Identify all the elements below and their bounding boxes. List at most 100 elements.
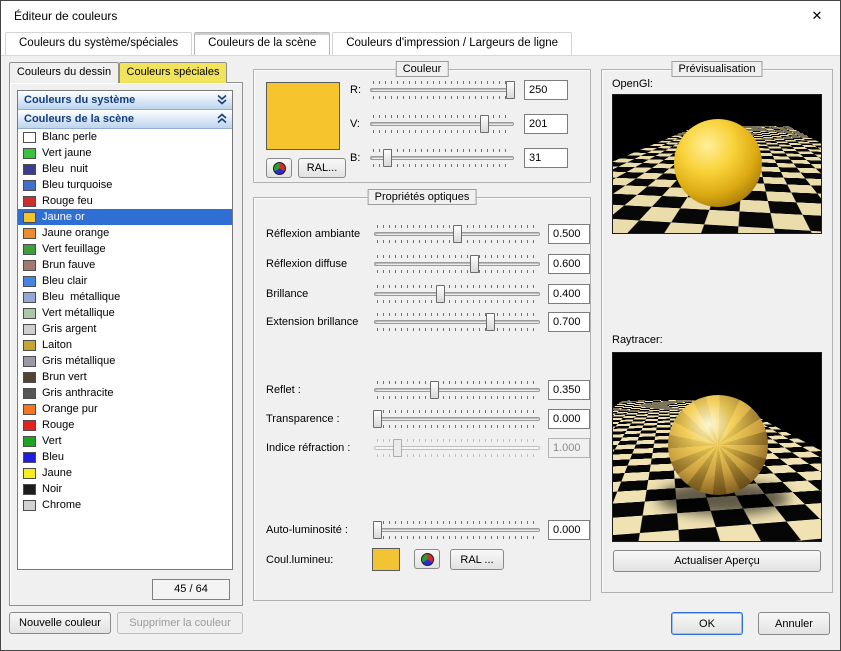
luminous-color-wheel-button[interactable] [414,549,440,569]
transparency-row: Transparence : [254,409,590,431]
shininess-value[interactable] [548,284,590,304]
color-list-item[interactable]: Brun fauve [18,257,232,273]
tab-scene-colors[interactable]: Couleurs de la scène [194,32,330,55]
color-list-item[interactable]: Bleu métallique [18,289,232,305]
shininess-extension-slider[interactable] [374,312,540,332]
raytracer-label: Raytracer: [612,334,663,346]
green-slider[interactable] [370,114,514,134]
reflection-value[interactable] [548,380,590,400]
color-list-item[interactable]: Bleu nuit [18,161,232,177]
color-list-item[interactable]: Jaune or [18,209,232,225]
diffuse-reflection-slider[interactable] [374,254,540,274]
window-title: Éditeur de couleurs [14,9,117,23]
color-name: Chrome [42,499,81,511]
group-header-system-colors[interactable]: Couleurs du système [18,91,232,110]
color-list-item[interactable]: Gris anthracite [18,385,232,401]
color-swatch [23,388,36,399]
transparency-slider[interactable] [374,409,540,429]
color-swatch [23,404,36,415]
blue-channel-row: B: [254,148,590,170]
opengl-label: OpenGl: [612,78,653,90]
tab-drawing-colors[interactable]: Couleurs du dessin [9,62,119,83]
delete-color-button[interactable]: Supprimer la couleur [117,612,243,634]
color-name: Bleu nuit [42,163,88,175]
color-name: Bleu métallique [42,291,120,303]
blue-slider-thumb[interactable] [383,149,392,167]
group-header-label: Couleurs du système [24,94,135,106]
shininess-extension-value[interactable] [548,312,590,332]
tab-system-special-colors[interactable]: Couleurs du système/spéciales [5,32,192,55]
blue-label: B: [350,152,360,164]
green-channel-row: V: [254,114,590,136]
color-list-item[interactable]: Rouge feu [18,193,232,209]
auto-luminosity-value[interactable] [548,520,590,540]
color-list-item[interactable]: Vert feuillage [18,241,232,257]
cancel-button[interactable]: Annuler [758,612,830,635]
ambient-reflection-slider[interactable] [374,224,540,244]
color-swatch [23,452,36,463]
color-list-item[interactable]: Jaune [18,465,232,481]
color-swatch [23,292,36,303]
reflection-slider[interactable] [374,380,540,400]
color-list-items: Blanc perleVert jaune Bleu nuit Bleu turqu… [18,129,232,513]
color-list-item[interactable]: Bleu [18,449,232,465]
ok-button[interactable]: OK [671,612,743,635]
preview-group-title: Prévisualisation [671,61,762,77]
color-name: Vert [42,435,62,447]
color-swatch [23,372,36,383]
auto-luminosity-row: Auto-luminosité : [254,520,590,542]
shininess-slider[interactable] [374,284,540,304]
color-groupbox: Couleur RAL... R: V: B: [253,69,591,183]
color-list-item[interactable]: Rouge [18,417,232,433]
tab-special-colors[interactable]: Couleurs spéciales [119,62,227,83]
auto-luminosity-slider[interactable] [374,520,540,540]
color-swatch [23,356,36,367]
color-list-item[interactable]: Bleu clair [18,273,232,289]
color-list-item[interactable]: Vert jaune [18,145,232,161]
color-list-item[interactable]: Gris argent [18,321,232,337]
color-name: Jaune or [42,211,85,223]
color-list-item[interactable]: Orange pur [18,401,232,417]
red-slider-thumb[interactable] [506,81,515,99]
tab-print-colors-line-widths[interactable]: Couleurs d'impression / Largeurs de lign… [332,32,572,55]
blue-value-field[interactable] [524,148,568,168]
color-swatch [23,260,36,271]
green-value-field[interactable] [524,114,568,134]
luminous-ral-button[interactable]: RAL ... [450,549,504,570]
color-swatch [23,420,36,431]
diffuse-reflection-value[interactable] [548,254,590,274]
ambient-reflection-value[interactable] [548,224,590,244]
color-swatch [23,340,36,351]
color-list-item[interactable]: Brun vert [18,369,232,385]
close-icon[interactable]: ✕ [794,1,840,31]
chevron-down-icon[interactable] [216,94,228,106]
color-list-item[interactable]: Blanc perle [18,129,232,145]
green-slider-thumb[interactable] [480,115,489,133]
color-list-item[interactable]: Jaune orange [18,225,232,241]
luminous-color-swatch [372,548,400,571]
chevron-up-icon[interactable] [216,113,228,125]
optical-properties-groupbox: Propriétés optiques Réflexion ambiante R… [253,197,591,601]
refresh-preview-button[interactable]: Actualiser Aperçu [613,550,821,572]
transparency-value[interactable] [548,409,590,429]
color-list-item[interactable]: Vert [18,433,232,449]
color-list: Couleurs du système Couleurs de la scène… [17,90,233,570]
color-list-item[interactable]: Gris métallique [18,353,232,369]
color-name: Jaune [42,467,72,479]
color-list-item[interactable]: Bleu turquoise [18,177,232,193]
blue-slider[interactable] [370,148,514,168]
color-list-item[interactable]: Vert métallique [18,305,232,321]
color-counter: 45 / 64 [152,579,230,600]
red-slider[interactable] [370,80,514,100]
color-name: Vert feuillage [42,243,106,255]
red-channel-row: R: [254,80,590,102]
red-value-field[interactable] [524,80,568,100]
color-list-item[interactable]: Noir [18,481,232,497]
color-name: Gris anthracite [42,387,114,399]
color-list-item[interactable]: Laiton [18,337,232,353]
new-color-button[interactable]: Nouvelle couleur [9,612,111,634]
opengl-sphere [674,119,762,207]
color-list-item[interactable]: Chrome [18,497,232,513]
group-header-scene-colors[interactable]: Couleurs de la scène [18,110,232,129]
color-name: Gris métallique [42,355,115,367]
